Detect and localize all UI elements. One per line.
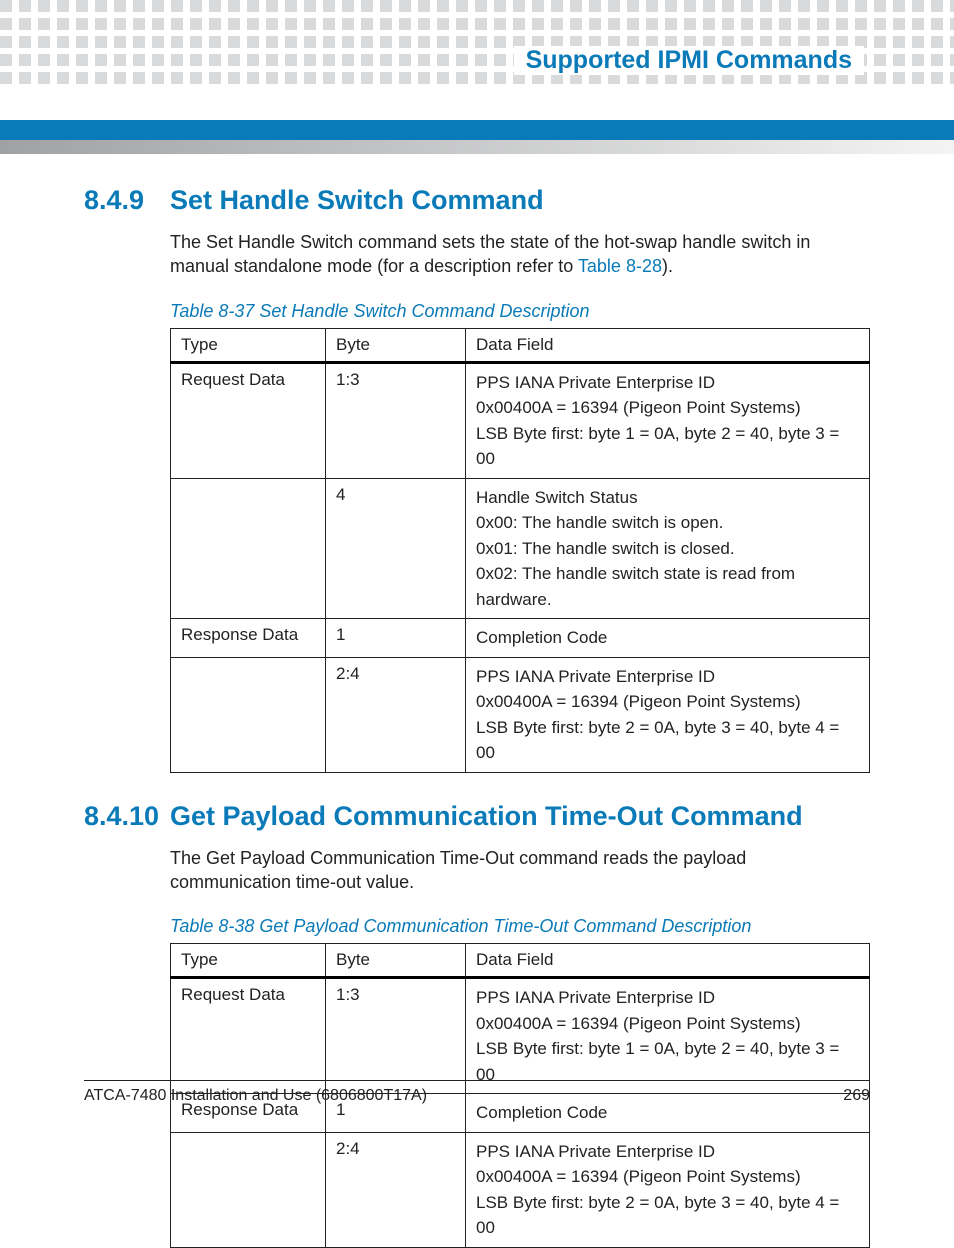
- datafield-line: LSB Byte first: byte 2 = 0A, byte 3 = 40…: [476, 715, 859, 766]
- datafield-line: 0x00400A = 16394 (Pigeon Point Systems): [476, 1164, 859, 1190]
- datafield-line: LSB Byte first: byte 1 = 0A, byte 2 = 40…: [476, 421, 859, 472]
- datafield-line: Completion Code: [476, 625, 859, 651]
- para-text-tail: ).: [662, 256, 673, 276]
- datafield-line: PPS IANA Private Enterprise ID: [476, 370, 859, 396]
- col-header-datafield: Data Field: [466, 328, 870, 362]
- table-caption: Table 8-37 Set Handle Switch Command Des…: [170, 301, 870, 322]
- table-row: Response Data1 Completion Code: [171, 619, 870, 658]
- col-header-datafield: Data Field: [466, 944, 870, 978]
- para-text: The Set Handle Switch command sets the s…: [170, 232, 810, 276]
- datafield-line: PPS IANA Private Enterprise ID: [476, 1139, 859, 1165]
- cell-byte: 4: [326, 478, 466, 619]
- datafield-line: PPS IANA Private Enterprise ID: [476, 985, 859, 1011]
- datafield-line: 0x02: The handle switch state is read fr…: [476, 561, 859, 612]
- datafield-line: PPS IANA Private Enterprise ID: [476, 664, 859, 690]
- col-header-type: Type: [171, 944, 326, 978]
- footer-doc-title: ATCA-7480 Installation and Use (6806800T…: [84, 1087, 427, 1105]
- cell-datafield: PPS IANA Private Enterprise ID0x00400A =…: [466, 978, 870, 1094]
- section-title: Get Payload Communication Time-Out Comma…: [170, 801, 803, 832]
- col-header-byte: Byte: [326, 944, 466, 978]
- header-grey-gradient: [0, 140, 954, 154]
- cell-byte: 1:3: [326, 978, 466, 1094]
- table-row: Request Data1:3PPS IANA Private Enterpri…: [171, 978, 870, 1094]
- datafield-line: 0x00: The handle switch is open.: [476, 510, 859, 536]
- datafield-line: 0x00400A = 16394 (Pigeon Point Systems): [476, 1011, 859, 1037]
- command-table: Type Byte Data Field Request Data1:3PPS …: [170, 328, 870, 773]
- cell-datafield: PPS IANA Private Enterprise ID0x00400A =…: [466, 657, 870, 772]
- table-caption: Table 8-38 Get Payload Communication Tim…: [170, 916, 870, 937]
- cell-datafield: Handle Switch Status0x00: The handle swi…: [466, 478, 870, 619]
- cell-type: [171, 1132, 326, 1247]
- cell-datafield: PPS IANA Private Enterprise ID0x00400A =…: [466, 362, 870, 478]
- cell-datafield: Completion Code: [466, 619, 870, 658]
- cell-byte: 1: [326, 619, 466, 658]
- cell-type: Request Data: [171, 978, 326, 1094]
- table-row: 2:4PPS IANA Private Enterprise ID0x00400…: [171, 657, 870, 772]
- datafield-line: 0x00400A = 16394 (Pigeon Point Systems): [476, 395, 859, 421]
- section-paragraph: The Get Payload Communication Time-Out c…: [170, 846, 870, 895]
- cell-byte: 2:4: [326, 1132, 466, 1247]
- cell-type: Request Data: [171, 362, 326, 478]
- section-number: 8.4.9: [84, 185, 170, 216]
- section-paragraph: The Set Handle Switch command sets the s…: [170, 230, 870, 279]
- datafield-line: 0x01: The handle switch is closed.: [476, 536, 859, 562]
- section-title: Set Handle Switch Command: [170, 185, 544, 216]
- cell-byte: 2:4: [326, 657, 466, 772]
- datafield-line: LSB Byte first: byte 2 = 0A, byte 3 = 40…: [476, 1190, 859, 1241]
- cell-type: [171, 657, 326, 772]
- footer-page-number: 269: [843, 1087, 870, 1105]
- running-header-title: Supported IPMI Commands: [514, 46, 864, 75]
- cell-datafield: PPS IANA Private Enterprise ID0x00400A =…: [466, 1132, 870, 1247]
- table-row: 2:4PPS IANA Private Enterprise ID0x00400…: [171, 1132, 870, 1247]
- page-footer: ATCA-7480 Installation and Use (6806800T…: [84, 1080, 870, 1105]
- col-header-type: Type: [171, 328, 326, 362]
- table-cross-reference[interactable]: Table 8-28: [578, 256, 662, 276]
- cell-type: Response Data: [171, 619, 326, 658]
- datafield-line: 0x00400A = 16394 (Pigeon Point Systems): [476, 689, 859, 715]
- datafield-line: Handle Switch Status: [476, 485, 859, 511]
- cell-byte: 1:3: [326, 362, 466, 478]
- section-number: 8.4.10: [84, 801, 170, 832]
- cell-type: [171, 478, 326, 619]
- header-blue-bar: [0, 120, 954, 140]
- table-row: 4Handle Switch Status0x00: The handle sw…: [171, 478, 870, 619]
- col-header-byte: Byte: [326, 328, 466, 362]
- table-row: Request Data1:3PPS IANA Private Enterpri…: [171, 362, 870, 478]
